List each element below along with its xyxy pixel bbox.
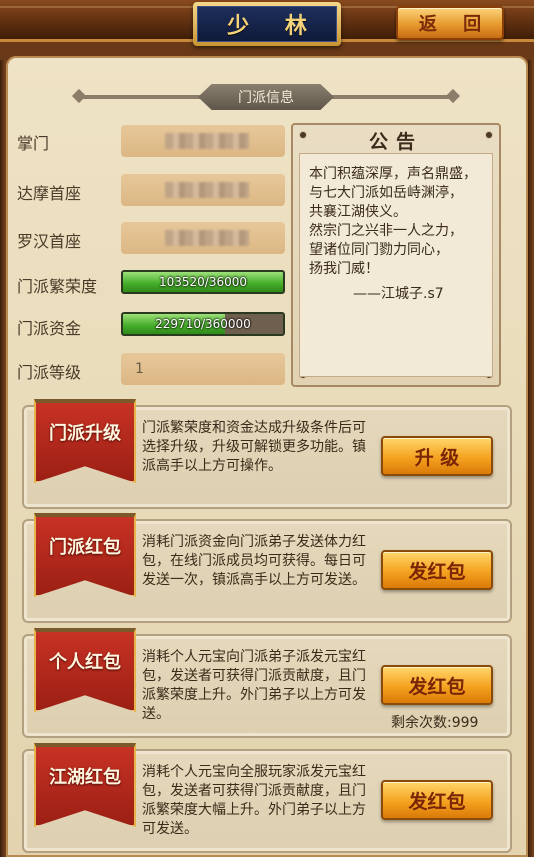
personal-redpacket-button[interactable]: 发红包	[381, 665, 493, 705]
banner-personal-redpacket: 个人红包	[34, 628, 136, 712]
notice-line: 然宗门之兴非一人之力，	[309, 223, 463, 239]
level-label: 门派等级	[17, 363, 82, 382]
card-description: 消耗个人元宝向门派弟子派发元宝红包，发送者可获得门派贡献度，且门派繁荣度上升。外…	[142, 649, 366, 722]
notice-line: 扬我门威！	[309, 261, 379, 277]
notice-title: 公告	[368, 131, 423, 153]
banner-label: 门派红包	[49, 537, 121, 558]
notice-line: 本门积蕴深厚，声名鼎盛，	[309, 166, 477, 182]
back-button[interactable]: 返 回	[396, 6, 504, 40]
upgrade-button[interactable]: 升 级	[381, 436, 493, 476]
notice-line: 望诸位同门勠力同心，	[309, 242, 449, 258]
title-seal	[206, 16, 220, 34]
card-sect-upgrade: 门派升级 门派繁荣度和资金达成升级条件后可选择升级，升级可解锁更多功能。镇派高手…	[22, 399, 512, 509]
notice-body: 本门积蕴深厚，声名鼎盛， 与七大门派如岳峙渊渟， 共襄江湖侠义。 然宗门之兴非一…	[309, 165, 489, 279]
page-title: 少 林	[227, 13, 321, 39]
notice-line: 与七大门派如岳峙渊渟，	[309, 185, 463, 201]
world-redpacket-button[interactable]: 发红包	[381, 780, 493, 820]
card-personal-redpacket: 个人红包 消耗个人元宝向门派弟子派发元宝红包，发送者可获得门派贡献度，且门派繁荣…	[22, 628, 512, 738]
luohan-name-blurred	[165, 230, 249, 246]
funds-text: 229710/360000	[155, 317, 251, 331]
banner-label: 个人红包	[49, 652, 121, 673]
funds-label: 门派资金	[17, 319, 82, 338]
luohan-label: 罗汉首座	[17, 232, 82, 251]
card-description: 消耗个人元宝向全服玩家派发元宝红包，发送者可获得门派贡献度，且门派繁荣度大幅上升…	[142, 764, 366, 837]
damo-label: 达摩首座	[17, 184, 82, 203]
leader-name-blurred	[165, 133, 249, 149]
prosperity-text: 103520/36000	[158, 275, 248, 289]
sect-redpacket-button[interactable]: 发红包	[381, 550, 493, 590]
notice-line: 共襄江湖侠义。	[309, 204, 407, 220]
card-world-redpacket: 江湖红包 消耗个人元宝向全服玩家派发元宝红包，发送者可获得门派贡献度，且门派繁荣…	[22, 743, 512, 853]
title-plate: 少 林	[193, 2, 341, 46]
leader-label: 掌门	[17, 134, 50, 153]
card-description: 消耗门派资金向门派弟子发送体力红包，在线门派成员均可获得。每日可发送一次，镇派高…	[142, 534, 366, 588]
banner-label: 门派升级	[49, 423, 121, 444]
section-title: 门派信息	[198, 84, 334, 110]
funds-bar: 229710/360000	[121, 312, 285, 336]
card-description: 门派繁荣度和资金达成升级条件后可选择升级，升级可解锁更多功能。镇派高手以上方可操…	[142, 420, 366, 474]
notice-signature: ——江城子.s7	[353, 286, 444, 302]
notice-board: 公告 本门积蕴深厚，声名鼎盛， 与七大门派如岳峙渊渟， 共襄江湖侠义。 然宗门之…	[291, 123, 501, 387]
banner-world-redpacket: 江湖红包	[34, 743, 136, 827]
card-sect-redpacket: 门派红包 消耗门派资金向门派弟子发送体力红包，在线门派成员均可获得。每日可发送一…	[22, 513, 512, 623]
prosperity-bar: 103520/36000	[121, 270, 285, 294]
banner-sect-upgrade: 门派升级	[34, 399, 136, 483]
level-value: 1	[121, 353, 285, 385]
banner-label: 江湖红包	[49, 767, 121, 788]
title-inner: 少 林	[197, 6, 337, 42]
damo-name-blurred	[165, 182, 249, 198]
right-frame-trim	[528, 60, 534, 857]
prosperity-label: 门派繁荣度	[17, 277, 98, 296]
remaining-count: 剩余次数:999	[391, 715, 479, 731]
banner-sect-redpacket: 门派红包	[34, 513, 136, 597]
